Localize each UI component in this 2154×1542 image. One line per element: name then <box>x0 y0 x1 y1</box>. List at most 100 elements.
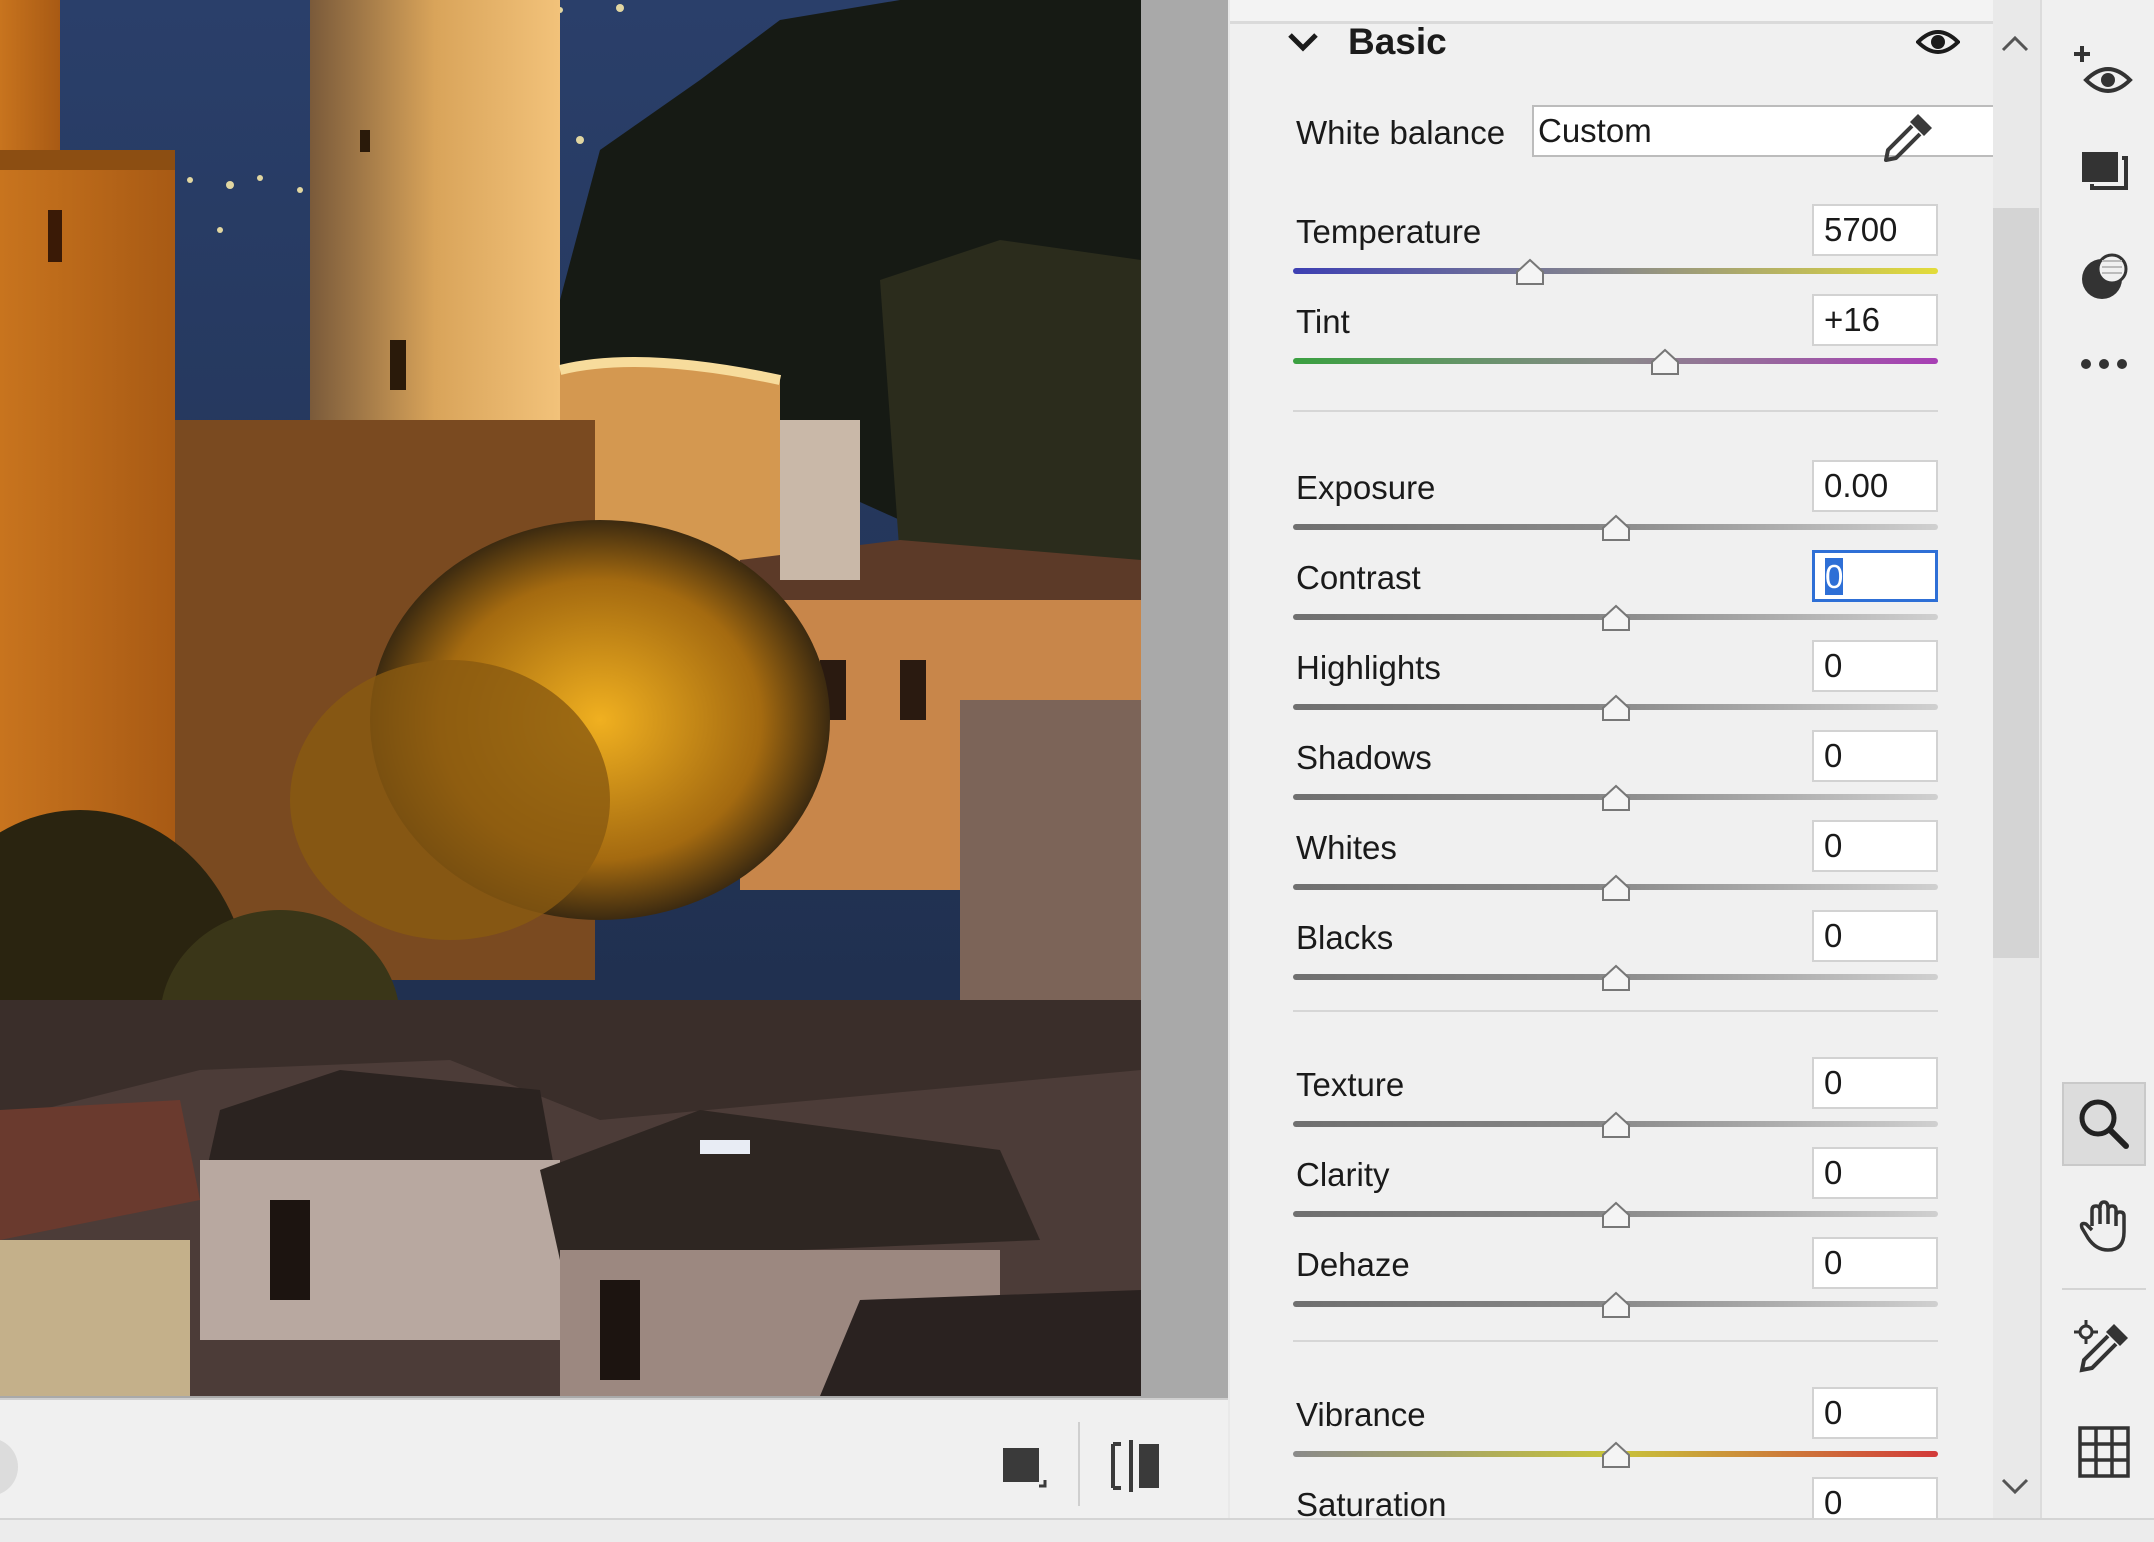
eye-icon[interactable] <box>1916 22 1960 62</box>
shadows-slider-row: Shadows 0 <box>1230 730 1993 828</box>
right-toolbar <box>2040 0 2154 1518</box>
chevron-up-icon[interactable] <box>1997 28 2033 58</box>
contrast-value-field[interactable]: 0 <box>1812 550 1938 602</box>
tint-label: Tint <box>1296 303 1350 340</box>
edit-panel: Basic White balance Custom Temperature 57… <box>1230 0 1993 1518</box>
white-balance-value: Custom <box>1538 112 1652 149</box>
highlights-slider-thumb[interactable] <box>1601 694 1631 722</box>
saturation-value: 0 <box>1824 1484 1843 1518</box>
color-sampler-button[interactable] <box>2062 1306 2146 1390</box>
filmstrip-toggle[interactable] <box>0 1438 18 1496</box>
highlights-label: Highlights <box>1296 649 1441 686</box>
color-sampler-icon <box>2074 1320 2128 1373</box>
contrast-value: 0 <box>1825 558 1844 595</box>
bottom-toolbar <box>0 1398 1228 1518</box>
clarity-value: 0 <box>1824 1154 1843 1191</box>
temperature-value-field[interactable]: 5700 <box>1812 204 1938 256</box>
presets-button[interactable] <box>2062 130 2146 214</box>
before-after-view-button[interactable] <box>1105 1438 1167 1494</box>
image-canvas-area <box>0 0 1228 1398</box>
texture-label: Texture <box>1296 1066 1405 1103</box>
vibrance-slider-thumb[interactable] <box>1601 1441 1631 1469</box>
texture-value-field[interactable]: 0 <box>1812 1057 1938 1109</box>
temperature-slider-track[interactable] <box>1293 268 1938 274</box>
whites-label: Whites <box>1296 829 1397 866</box>
whites-value-field[interactable]: 0 <box>1812 820 1938 872</box>
section-title: Basic <box>1348 21 1447 62</box>
blacks-slider-row: Blacks 0 <box>1230 910 1993 1008</box>
white-balance-label: White balance <box>1296 114 1506 151</box>
clarity-label: Clarity <box>1296 1156 1390 1193</box>
temperature-value: 5700 <box>1824 211 1898 248</box>
contrast-slider-row: Contrast 0 <box>1230 550 1993 648</box>
eyedropper-icon[interactable] <box>1878 108 1938 168</box>
temperature-slider-row: Temperature 5700 <box>1230 204 1993 302</box>
whites-slider-row: Whites 0 <box>1230 820 1993 918</box>
add-mask-icon <box>2074 46 2133 93</box>
saturation-value-field[interactable]: 0 <box>1812 1477 1938 1518</box>
toolbar-divider <box>2062 1288 2146 1290</box>
clarity-slider-thumb[interactable] <box>1601 1201 1631 1229</box>
compare-view-icon <box>1111 1440 1159 1492</box>
section-divider <box>1293 1340 1938 1342</box>
zoom-icon <box>2079 1099 2129 1149</box>
grid-overlay-button[interactable] <box>2062 1410 2146 1494</box>
shadows-value-field[interactable]: 0 <box>1812 730 1938 782</box>
exposure-value: 0.00 <box>1824 467 1889 504</box>
single-view-button[interactable] <box>995 1438 1051 1494</box>
vibrance-label: Vibrance <box>1296 1396 1426 1433</box>
photo-image <box>0 0 1141 1396</box>
dehaze-label: Dehaze <box>1296 1246 1410 1283</box>
exposure-slider-thumb[interactable] <box>1601 514 1631 542</box>
whites-value: 0 <box>1824 827 1843 864</box>
shadows-slider-thumb[interactable] <box>1601 784 1631 812</box>
dehaze-slider-row: Dehaze 0 <box>1230 1237 1993 1335</box>
grid-icon <box>2078 1426 2130 1478</box>
more-options-button[interactable] <box>2062 322 2146 406</box>
tint-slider-track[interactable] <box>1293 358 1938 364</box>
dehaze-slider-thumb[interactable] <box>1601 1291 1631 1319</box>
blacks-value-field[interactable]: 0 <box>1812 910 1938 962</box>
shadows-label: Shadows <box>1296 739 1432 776</box>
saturation-label: Saturation <box>1296 1486 1447 1518</box>
hand-tool-button[interactable] <box>2062 1184 2146 1268</box>
temperature-label: Temperature <box>1296 213 1482 250</box>
vibrance-value: 0 <box>1824 1394 1843 1431</box>
texture-value: 0 <box>1824 1064 1843 1101</box>
highlights-slider-row: Highlights 0 <box>1230 640 1993 738</box>
dehaze-value: 0 <box>1824 1244 1843 1281</box>
shadows-value: 0 <box>1824 737 1843 774</box>
exposure-value-field[interactable]: 0.00 <box>1812 460 1938 512</box>
clarity-value-field[interactable]: 0 <box>1812 1147 1938 1199</box>
blacks-slider-thumb[interactable] <box>1601 964 1631 992</box>
dehaze-value-field[interactable]: 0 <box>1812 1237 1938 1289</box>
highlights-value-field[interactable]: 0 <box>1812 640 1938 692</box>
texture-slider-thumb[interactable] <box>1601 1111 1631 1139</box>
basic-section-header[interactable]: Basic <box>1286 14 1447 70</box>
hand-icon <box>2079 1200 2126 1252</box>
exposure-slider-row: Exposure 0.00 <box>1230 460 1993 558</box>
vibrance-slider-row: Vibrance 0 <box>1230 1387 1993 1485</box>
chevron-down-icon[interactable] <box>1997 1472 2033 1502</box>
texture-slider-row: Texture 0 <box>1230 1057 1993 1155</box>
tint-slider-row: Tint +16 <box>1230 294 1993 392</box>
whites-slider-thumb[interactable] <box>1601 874 1631 902</box>
status-strip <box>0 1518 2154 1542</box>
chevron-down-icon <box>1288 33 1318 52</box>
panel-scrollbar-thumb[interactable] <box>1993 208 2039 958</box>
contrast-slider-thumb[interactable] <box>1601 604 1631 632</box>
vibrance-value-field[interactable]: 0 <box>1812 1387 1938 1439</box>
photo-preview[interactable] <box>0 0 1141 1396</box>
blacks-value: 0 <box>1824 917 1843 954</box>
more-icon <box>2081 359 2127 369</box>
temperature-slider-thumb[interactable] <box>1515 258 1545 286</box>
add-mask-button[interactable] <box>2062 30 2146 114</box>
tint-value-field[interactable]: +16 <box>1812 294 1938 346</box>
clarity-slider-row: Clarity 0 <box>1230 1147 1993 1245</box>
presets-icon <box>2082 152 2128 190</box>
zoom-tool-button[interactable] <box>2062 1082 2146 1166</box>
healing-button[interactable] <box>2062 235 2146 319</box>
exposure-label: Exposure <box>1296 469 1436 506</box>
tint-slider-thumb[interactable] <box>1650 348 1680 376</box>
tint-value: +16 <box>1824 301 1880 338</box>
